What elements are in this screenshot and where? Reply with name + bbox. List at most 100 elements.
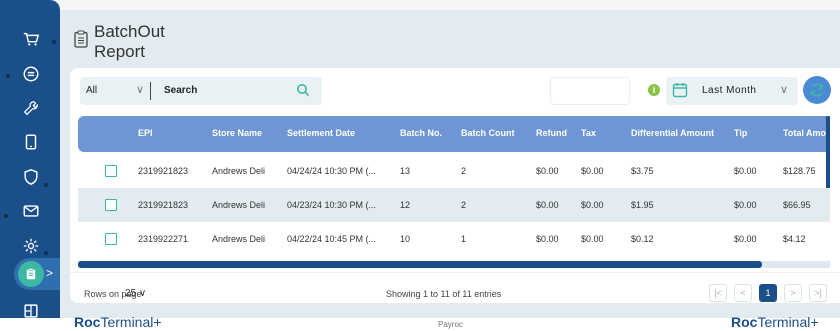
chevron-down-icon: ∨ bbox=[138, 288, 147, 299]
cell-epi: 2319921823 bbox=[138, 200, 189, 210]
decor-dot bbox=[44, 183, 48, 187]
receipt-icon bbox=[23, 66, 39, 82]
brand-text: Roc bbox=[731, 314, 758, 330]
column-header-refund[interactable]: Refund bbox=[536, 128, 567, 138]
column-header-store-name[interactable]: Store Name bbox=[212, 128, 262, 138]
decor-dot bbox=[4, 214, 8, 218]
tablet-icon bbox=[25, 134, 37, 150]
cell-tip: $0.00 bbox=[734, 166, 757, 176]
cell-refund: $0.00 bbox=[536, 166, 559, 176]
cell-batch-no: 10 bbox=[400, 234, 411, 244]
entries-summary: Showing 1 to 11 of 11 entries bbox=[386, 289, 502, 299]
sidebar-item-cart[interactable] bbox=[20, 28, 42, 50]
sidebar-item-settings[interactable] bbox=[20, 235, 42, 257]
cell-epi: 2319922271 bbox=[138, 234, 189, 244]
chevron-right-icon: > bbox=[46, 266, 54, 280]
search-filter-bar: All ∨ Search bbox=[80, 77, 322, 105]
column-header-batch-count[interactable]: Batch Count bbox=[461, 128, 515, 138]
sidebar-item-devices[interactable] bbox=[20, 131, 42, 153]
column-header-tip[interactable]: Tip bbox=[734, 128, 747, 138]
refresh-button[interactable] bbox=[803, 76, 831, 104]
brand-logo-left: RocTerminal+ bbox=[74, 314, 162, 330]
cell-tip: $0.00 bbox=[734, 200, 757, 210]
footer-center-text: Payroc bbox=[438, 320, 463, 329]
decor-dot bbox=[6, 74, 10, 78]
column-header-batch-no[interactable]: Batch No. bbox=[400, 128, 442, 138]
cell-tax: $0.00 bbox=[581, 166, 604, 176]
cell-settlement-date: 04/24/24 10:30 PM (... bbox=[287, 166, 377, 176]
cell-batch-no: 12 bbox=[400, 200, 411, 210]
cell-differential-amount: $3.75 bbox=[631, 166, 654, 176]
calendar-icon bbox=[672, 83, 688, 98]
divider bbox=[150, 82, 151, 100]
table-row[interactable]: 2319922271 Andrews Deli 04/22/24 10:45 P… bbox=[78, 222, 830, 256]
scope-select[interactable]: All bbox=[86, 85, 97, 96]
cell-batch-count: 2 bbox=[461, 166, 467, 176]
cell-tip: $0.00 bbox=[734, 234, 757, 244]
shield-icon bbox=[24, 169, 38, 185]
rows-per-page-select[interactable]: 25 ∨ bbox=[125, 288, 146, 299]
first-page-button[interactable]: |< bbox=[709, 284, 727, 302]
search-input[interactable]: Search bbox=[164, 85, 197, 96]
chevron-down-icon: ∨ bbox=[780, 84, 789, 96]
cell-refund: $0.00 bbox=[536, 234, 559, 244]
cell-tax: $0.00 bbox=[581, 200, 604, 210]
prev-page-button[interactable]: < bbox=[734, 284, 752, 302]
clipboard-icon bbox=[26, 268, 36, 280]
decor-dot bbox=[44, 251, 48, 255]
last-page-button[interactable]: >| bbox=[809, 284, 827, 302]
row-checkbox[interactable] bbox=[105, 199, 117, 211]
sidebar-item-tools[interactable] bbox=[20, 97, 42, 119]
cell-settlement-date: 04/23/24 10:30 PM (... bbox=[287, 200, 377, 210]
date-range-select[interactable]: Last Month ∨ bbox=[666, 77, 798, 105]
gear-icon bbox=[23, 238, 39, 254]
horizontal-scrollbar-thumb[interactable] bbox=[78, 261, 762, 268]
table-header: EPI Store Name Settlement Date Batch No.… bbox=[78, 116, 832, 152]
sidebar-item-messages[interactable] bbox=[20, 200, 42, 222]
brand-text: Terminal+ bbox=[100, 314, 162, 330]
app-frame: > BatchOut Report All ∨ Search i Last Mo… bbox=[0, 0, 840, 331]
row-checkbox[interactable] bbox=[105, 233, 117, 245]
page-title: BatchOut Report bbox=[94, 22, 165, 61]
cell-differential-amount: $0.12 bbox=[631, 234, 654, 244]
cell-total-amount: $66.95 bbox=[783, 200, 811, 210]
filter-field[interactable] bbox=[550, 77, 630, 105]
sidebar-item-receipt[interactable] bbox=[20, 63, 42, 85]
refresh-icon bbox=[811, 83, 823, 97]
cell-total-amount: $128.75 bbox=[783, 166, 816, 176]
sidebar-item-security[interactable] bbox=[20, 166, 42, 188]
column-header-total-amount[interactable]: Total Amou bbox=[783, 128, 832, 138]
search-icon[interactable] bbox=[296, 83, 310, 97]
brand-logo-right: RocTerminal+ bbox=[731, 314, 819, 330]
cell-settlement-date: 04/22/24 10:45 PM (... bbox=[287, 234, 377, 244]
chevron-down-icon[interactable]: ∨ bbox=[136, 83, 144, 96]
info-icon[interactable]: i bbox=[648, 84, 660, 96]
next-page-button[interactable]: > bbox=[784, 284, 802, 302]
page-1-button[interactable]: 1 bbox=[759, 284, 777, 302]
cell-store-name: Andrews Deli bbox=[212, 234, 266, 244]
brand-text: Roc bbox=[74, 314, 101, 330]
sidebar-item-reports[interactable] bbox=[18, 261, 44, 287]
table-row[interactable]: 2319921823 Andrews Deli 04/23/24 10:30 P… bbox=[78, 188, 830, 222]
divider bbox=[70, 272, 840, 273]
top-strip bbox=[0, 0, 840, 10]
decor-dot bbox=[52, 40, 56, 44]
table-row[interactable]: 2319921823 Andrews Deli 04/24/24 10:30 P… bbox=[78, 154, 830, 188]
cell-epi: 2319921823 bbox=[138, 166, 189, 176]
cell-differential-amount: $1.95 bbox=[631, 200, 654, 210]
column-header-settlement-date[interactable]: Settlement Date bbox=[287, 128, 355, 138]
date-range-value: Last Month bbox=[702, 85, 757, 96]
column-header-tax[interactable]: Tax bbox=[581, 128, 596, 138]
cell-store-name: Andrews Deli bbox=[212, 200, 266, 210]
column-header-epi[interactable]: EPI bbox=[138, 128, 153, 138]
cell-store-name: Andrews Deli bbox=[212, 166, 266, 176]
cell-batch-no: 13 bbox=[400, 166, 411, 176]
row-checkbox[interactable] bbox=[105, 165, 117, 177]
cell-total-amount: $4.12 bbox=[783, 234, 806, 244]
cell-batch-count: 1 bbox=[461, 234, 467, 244]
rows-per-page-value: 25 bbox=[125, 288, 137, 299]
column-header-differential-amount[interactable]: Differential Amount bbox=[631, 128, 714, 138]
wrench-icon bbox=[23, 101, 38, 116]
brand-text: Terminal+ bbox=[757, 314, 819, 330]
cart-icon bbox=[23, 32, 40, 46]
